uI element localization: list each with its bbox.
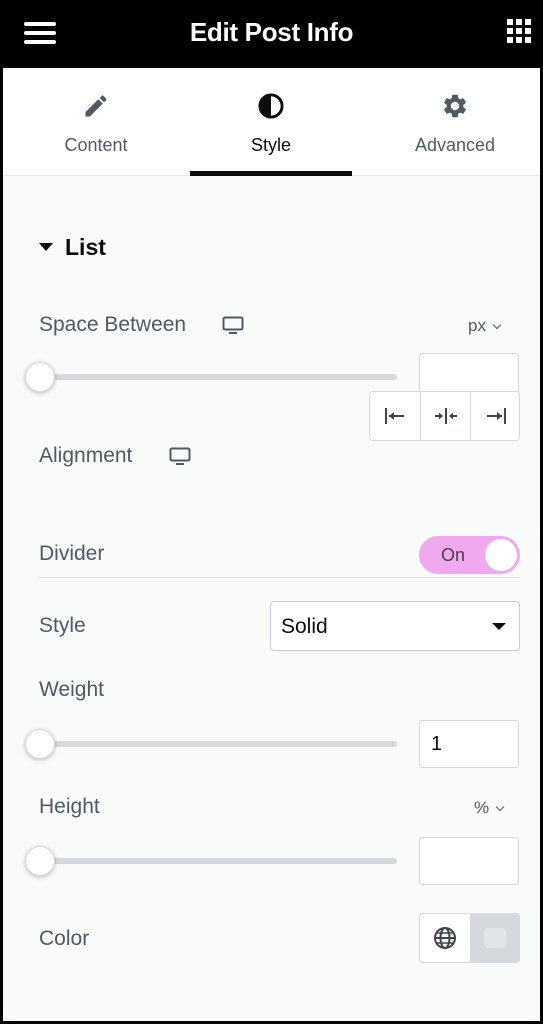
- chevron-down-icon: [495, 802, 505, 812]
- section-separator: [39, 577, 520, 578]
- gear-icon: [374, 92, 536, 120]
- tab-style[interactable]: Style: [190, 68, 352, 176]
- height-unit-select[interactable]: %: [474, 798, 505, 818]
- style-label: Style: [39, 614, 86, 637]
- panel-title: Edit Post Info: [189, 17, 354, 47]
- height-label: Height: [39, 795, 100, 818]
- tab-advanced[interactable]: Advanced: [374, 68, 536, 176]
- section-title: List: [65, 234, 106, 260]
- weight-slider-handle[interactable]: [25, 729, 55, 759]
- alignment-button-group: [369, 391, 520, 441]
- responsive-monitor-icon[interactable]: [222, 316, 244, 336]
- unit-label: %: [474, 798, 490, 817]
- contrast-icon: [190, 92, 352, 120]
- grid-icon[interactable]: [507, 19, 531, 43]
- space-between-slider[interactable]: [39, 374, 397, 380]
- alignment-label: Alignment: [39, 444, 133, 467]
- globe-icon[interactable]: [420, 914, 470, 962]
- height-slider[interactable]: [39, 858, 397, 864]
- height-slider-handle[interactable]: [25, 846, 55, 876]
- settings-panel: Content Style Advanced List Space Betwee…: [3, 68, 540, 1021]
- tab-bar: Content Style Advanced: [3, 68, 540, 176]
- caret-down-icon: [492, 623, 506, 630]
- caret-down-icon: [39, 242, 53, 251]
- color-label: Color: [39, 927, 90, 950]
- style-select-value: Solid: [281, 615, 328, 638]
- section-list-toggle[interactable]: List: [39, 234, 106, 261]
- align-start-icon[interactable]: [370, 392, 420, 440]
- responsive-monitor-icon[interactable]: [169, 447, 191, 467]
- color-control: [419, 913, 520, 963]
- editor-window: Edit Post Info Content Style Advanced Li…: [0, 0, 543, 1024]
- align-center-icon[interactable]: [420, 392, 470, 440]
- divider-label: Divider: [39, 542, 105, 565]
- weight-input[interactable]: [419, 720, 519, 768]
- tab-content[interactable]: Content: [15, 68, 177, 176]
- tab-content-label: Content: [64, 135, 128, 155]
- style-controls: List Space Between px Alignment Divider …: [3, 176, 540, 1021]
- unit-label: px: [468, 316, 486, 335]
- tab-style-label: Style: [250, 135, 292, 155]
- color-swatch-preview: [484, 928, 506, 948]
- weight-slider[interactable]: [39, 741, 397, 747]
- color-picker-swatch[interactable]: [470, 914, 519, 962]
- height-input[interactable]: [419, 837, 519, 885]
- pencil-icon: [15, 92, 177, 120]
- chevron-down-icon: [492, 320, 502, 330]
- tab-advanced-label: Advanced: [414, 135, 496, 155]
- space-between-slider-handle[interactable]: [25, 362, 55, 392]
- align-end-icon[interactable]: [470, 392, 520, 440]
- space-between-label: Space Between: [39, 313, 187, 336]
- weight-label: Weight: [39, 678, 104, 701]
- style-select[interactable]: Solid: [270, 601, 520, 651]
- panel-header: Edit Post Info: [0, 0, 543, 68]
- toggle-knob: [485, 539, 517, 571]
- toggle-on-label: On: [441, 545, 466, 565]
- space-between-unit-select[interactable]: px: [468, 316, 502, 336]
- divider-toggle[interactable]: On: [419, 536, 520, 574]
